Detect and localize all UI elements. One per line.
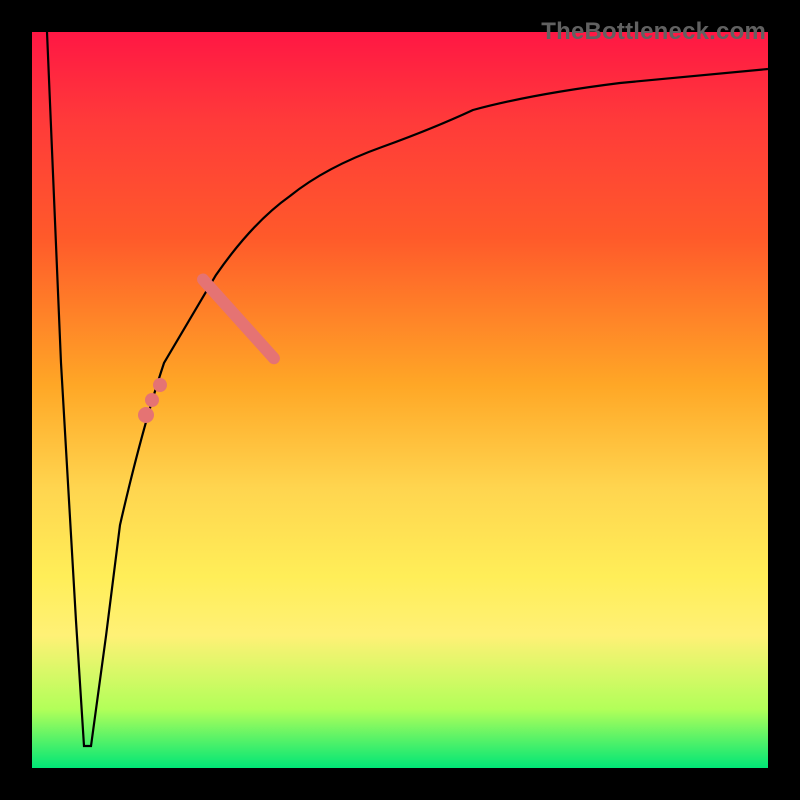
watermark: TheBottleneck.com [541, 18, 766, 46]
chart-frame: TheBottleneck.com [0, 0, 800, 800]
plot-area [32, 32, 768, 768]
highlight-dot [145, 393, 159, 407]
chart-svg [32, 32, 768, 768]
highlight-dot [153, 378, 167, 392]
highlight-segment [195, 271, 283, 367]
highlight-dot [138, 407, 154, 423]
